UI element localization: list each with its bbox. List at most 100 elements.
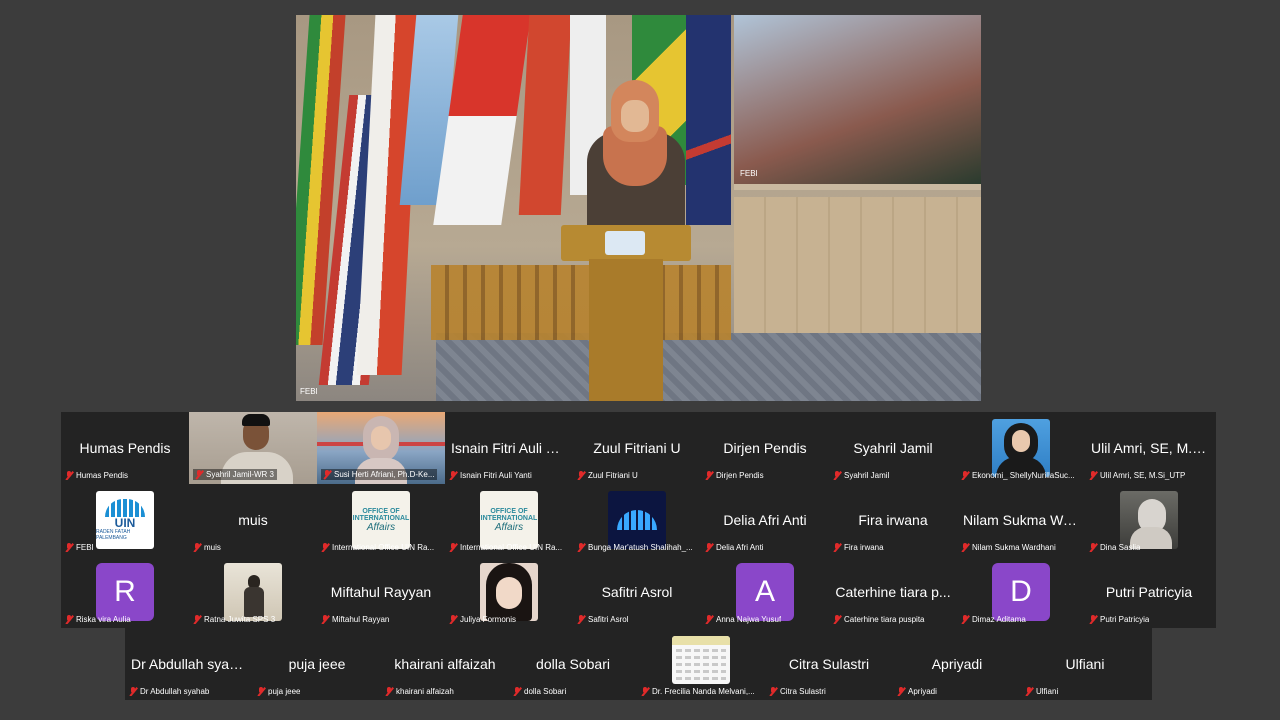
participant-name-text: Juliya Formonis [460,615,517,624]
spreadsheet-header [672,636,730,645]
participant-name-text: Riska vira Aulia [76,615,131,624]
participant-name-text: Nilam Sukma Wardhani [972,543,1056,552]
participant-name-text: Humas Pendis [76,471,129,480]
participant-name-label: Anna Najwa Yusuf [705,615,781,624]
participant-tile[interactable]: Syahril Jamil-WR 3 [189,412,317,484]
video-window-screen [734,15,981,190]
participant-name-text: Dimaz Aditama [972,615,1026,624]
participant-name-label: khairani alfaizah [385,687,454,696]
person-cap [242,414,270,426]
mic-off-icon [129,687,137,696]
participant-name-text: Miftahul Rayyan [332,615,390,624]
speaker-face [621,100,649,132]
participant-tile[interactable]: Ratna Juwita SPS 3 [189,556,317,628]
participant-tile[interactable]: Isnain Fitri Auli Ya... Isnain Fitri Auli… [445,412,573,484]
participant-tile[interactable]: Juliya Formonis [445,556,573,628]
participant-name-label: Dirjen Pendis [705,471,764,480]
participant-tile[interactable]: Dr Abdullah syah... Dr Abdullah syahab [125,628,253,700]
participant-name-label: Bunga Mar'atush Shalihah_... [577,543,693,552]
participant-name-text: Delia Afri Anti [716,543,764,552]
participant-display-name: Ulil Amri, SE, M.S... [1091,440,1213,456]
mic-off-icon [961,543,969,552]
participant-profile-picture [672,636,730,684]
participant-display-name: Ulfiani [1065,656,1105,672]
participant-name-label: Putri Patricyia [1089,615,1149,624]
participant-tile[interactable]: Bunga Mar'atush Shalihah_... [573,484,701,556]
participant-display-name: Isnain Fitri Auli Ya... [451,440,573,456]
participant-name-label: Riska vira Aulia [65,615,131,624]
spreadsheet-line [676,649,726,652]
participant-tile[interactable]: Fira irwana Fira irwana [829,484,957,556]
participant-name-label: Isnain Fitri Auli Yanti [449,471,532,480]
participant-tile[interactable]: Ulil Amri, SE, M.S... Ulil Amri, SE, M.Si… [1085,412,1213,484]
participant-tile[interactable]: Miftahul Rayyan Miftahul Rayyan [317,556,445,628]
mic-off-icon [705,543,713,552]
participant-tile[interactable]: Apriyadi Apriyadi [893,628,1021,700]
mic-off-icon [513,687,521,696]
participant-tile[interactable]: Susi Herti Afriani, Ph.D-Ke... [317,412,445,484]
video-wood-panel [734,197,981,347]
participant-tile[interactable]: OFFICE OF INTERNATIONAL Affairs Internation… [445,484,573,556]
participant-tile[interactable]: OFFICE OF INTERNATIONAL Affairs Internation… [317,484,445,556]
participant-tile[interactable]: R Riska vira Aulia [61,556,189,628]
logo-text: Affairs [494,521,524,533]
spreadsheet-line [676,677,726,680]
gallery-row: Dr Abdullah syah... Dr Abdullah syahab puj… [125,628,1152,700]
participant-name-text: Apriyadi [908,687,937,696]
participant-name-text: khairani alfaizah [396,687,454,696]
participant-tile[interactable]: Ulfiani Ulfiani [1021,628,1149,700]
participant-display-name: Fira irwana [858,512,928,528]
participant-tile[interactable]: khairani alfaizah khairani alfaizah [381,628,509,700]
participant-tile[interactable]: Ekonomi_ ShellyNurillaSuc... [957,412,1085,484]
logo-subtext: RADEN FATAH PALEMBANG [96,529,131,541]
participant-display-name: Dirjen Pendis [723,440,807,456]
participant-tile[interactable]: Citra Sulastri Citra Sulastri [765,628,893,700]
participant-tile[interactable]: Caterhine tiara p... Caterhine tiara pusp… [829,556,957,628]
participant-name-text: Susi Herti Afriani, Ph.D-Ke... [334,470,435,479]
video-floor [436,333,981,401]
participant-tile[interactable]: Safitri Asrol Safitri Asrol [573,556,701,628]
participant-name-text: Syahril Jamil [844,471,890,480]
participant-name-text: Dina Saslia [1100,543,1141,552]
participant-tile[interactable]: D Dimaz Aditama [957,556,1085,628]
participant-name-label: Apriyadi [897,687,937,696]
participant-name-text: Safitri Asrol [588,615,629,624]
podium [561,225,691,401]
participant-tile[interactable]: Zuul Fitriani U Zuul Fitriani U [573,412,701,484]
participant-tile[interactable]: Delia Afri Anti Delia Afri Anti [701,484,829,556]
participant-display-name: Zuul Fitriani U [593,440,681,456]
mic-off-icon [449,471,457,480]
participant-name-label: Miftahul Rayyan [321,615,389,624]
participant-tile[interactable]: Dr. Frecilia Nanda Melvani,... [637,628,765,700]
participant-tile[interactable]: Dina Saslia [1085,484,1213,556]
participant-tile[interactable]: Humas Pendis Humas Pendis [61,412,189,484]
mic-off-icon [577,543,585,552]
participant-tile[interactable]: puja jeee puja jeee [253,628,381,700]
active-speaker-video[interactable]: FEBI FEBI [296,15,981,401]
participant-tile[interactable]: Nilam Sukma Wa... Nilam Sukma Wardhani [957,484,1085,556]
podium-stem [589,259,663,401]
mic-off-icon [705,615,713,624]
participant-display-name: Nilam Sukma Wa... [963,512,1083,528]
participant-tile[interactable]: Syahril Jamil Syahril Jamil [829,412,957,484]
mic-off-icon [1089,543,1097,552]
participant-tile[interactable]: Dirjen Pendis Dirjen Pendis [701,412,829,484]
uin-logo-icon [105,499,145,517]
participant-name-label: Ekonomi_ ShellyNurillaSuc... [961,471,1075,480]
uin-logo-icon [617,510,657,530]
participant-tile[interactable]: A Anna Najwa Yusuf [701,556,829,628]
participant-tile[interactable]: Putri Patricyia Putri Patricyia [1085,556,1213,628]
participant-tile[interactable]: dolla Sobari dolla Sobari [509,628,637,700]
participant-tile[interactable]: muis muis [189,484,317,556]
mic-off-icon [1089,615,1097,624]
participant-tile[interactable]: UIN RADEN FATAH PALEMBANG FEBI [61,484,189,556]
participant-name-text: Fira irwana [844,543,884,552]
participant-display-name: muis [238,512,268,528]
participant-name-text: Citra Sulastri [780,687,826,696]
mic-off-icon [833,543,841,552]
participant-name-text: Ratna Juwita SPS 3 [204,615,276,624]
mic-off-icon [323,470,331,479]
participant-name-text: Dr Abdullah syahab [140,687,210,696]
participant-profile-picture [1120,491,1178,549]
participant-display-name: Putri Patricyia [1105,584,1193,600]
